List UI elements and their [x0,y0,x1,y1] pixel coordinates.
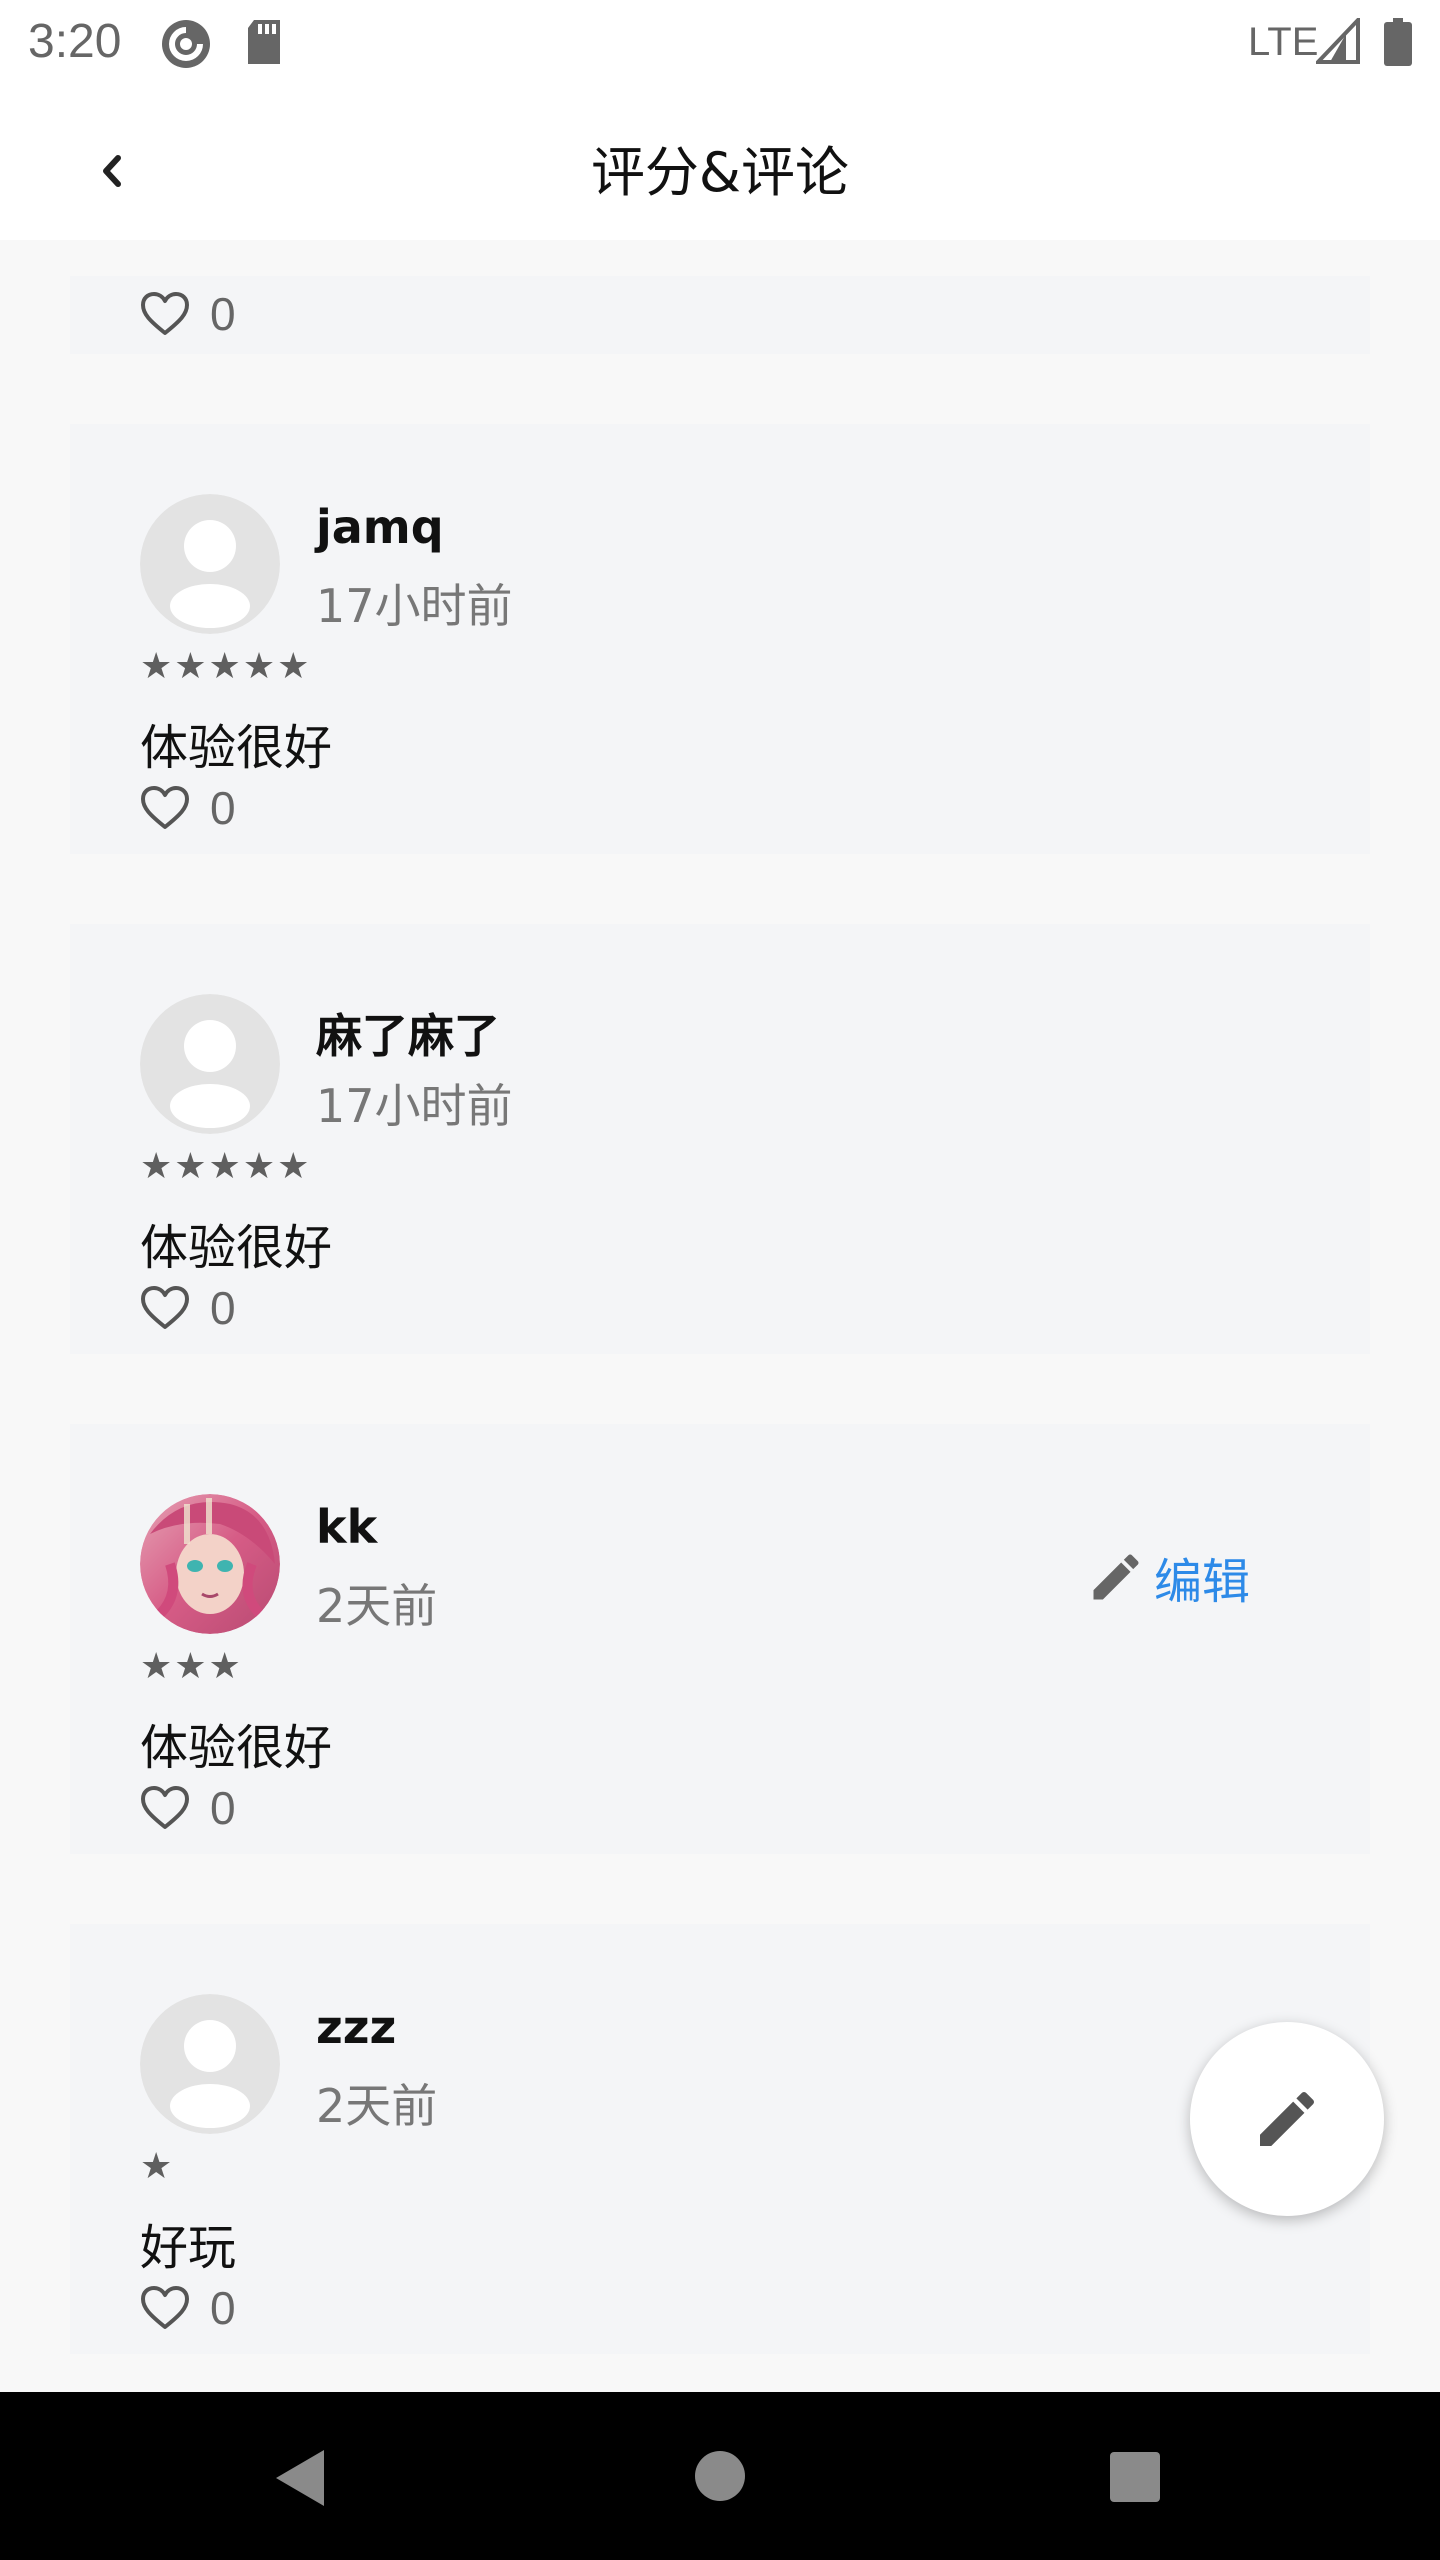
like-count: 0 [210,2282,236,2334]
pencil-icon [1093,1554,1139,1600]
review-card: kk 2天前 编辑 ★★★ 体验很好 0 [70,1424,1370,1854]
like-button[interactable]: 0 [140,2280,236,2336]
status-bar: 3:20 LTE [0,0,1440,84]
system-nav-bar [0,2392,1440,2560]
home-circle-icon[interactable] [694,2450,746,2502]
heart-icon [141,1286,189,1329]
heart-icon [141,1786,189,1829]
battery-icon [1384,18,1412,66]
pencil-icon [1260,2091,1315,2146]
review-card: 麻了麻了 17小时前 ★★★★★ 体验很好 0 [70,924,1370,1354]
star-rating: ★★★★★ [140,646,312,687]
back-triangle-icon[interactable] [270,2446,330,2510]
like-count: 0 [210,782,236,834]
heart-icon [141,786,189,829]
star-rating: ★ [140,2146,175,2187]
default-avatar-icon[interactable] [140,994,280,1134]
write-review-fab[interactable] [1190,2022,1384,2216]
like-count: 0 [210,1282,236,1334]
edit-review-button[interactable]: 编辑 [1086,1542,1250,1612]
review-username[interactable]: 麻了麻了 [316,1000,500,1066]
review-time: 2天前 [316,2079,438,2133]
sd-card-icon [248,20,280,64]
edit-label: 编辑 [1154,1554,1251,1610]
page-title: 评分&评论 [590,141,850,204]
signal-icon [1316,18,1360,64]
review-username[interactable]: jamq [316,500,444,554]
review-text: 体验很好 [140,1720,333,1776]
like-count: 0 [210,1782,236,1834]
heart-icon [141,292,189,335]
review-time: 2天前 [316,1579,438,1633]
recents-square-icon[interactable] [1110,2452,1160,2502]
review-username[interactable]: kk [316,1500,377,1554]
review-card: zzz 2天前 ★ 好玩 0 [70,1924,1370,2354]
review-text: 好玩 [140,2220,237,2276]
status-time: 3:20 [28,15,122,68]
review-time: 17小时前 [316,579,513,633]
like-button[interactable]: 0 [140,1780,236,1836]
anime-avatar-image[interactable] [140,1494,280,1634]
default-avatar-icon[interactable] [140,1994,280,2134]
default-avatar-icon[interactable] [140,494,280,634]
star-rating: ★★★★★ [140,1146,312,1187]
review-text: 体验很好 [140,1220,333,1276]
review-username[interactable]: zzz [316,2000,396,2054]
review-time: 17小时前 [316,1079,513,1133]
heart-icon [141,2286,189,2329]
app-bar: 评分&评论 [0,84,1440,240]
like-button[interactable]: 0 [140,780,236,836]
like-button[interactable]: 0 [140,1280,236,1336]
review-card: jamq 17小时前 ★★★★★ 体验很好 0 [70,424,1370,854]
review-text: 体验很好 [140,720,333,776]
like-button[interactable]: 0 [140,286,236,342]
review-card: 0 [70,276,1370,354]
star-rating: ★★★ [140,1646,243,1687]
network-type: LTE [1248,20,1319,64]
pocket-casts-icon [162,20,210,68]
like-count: 0 [210,288,236,340]
